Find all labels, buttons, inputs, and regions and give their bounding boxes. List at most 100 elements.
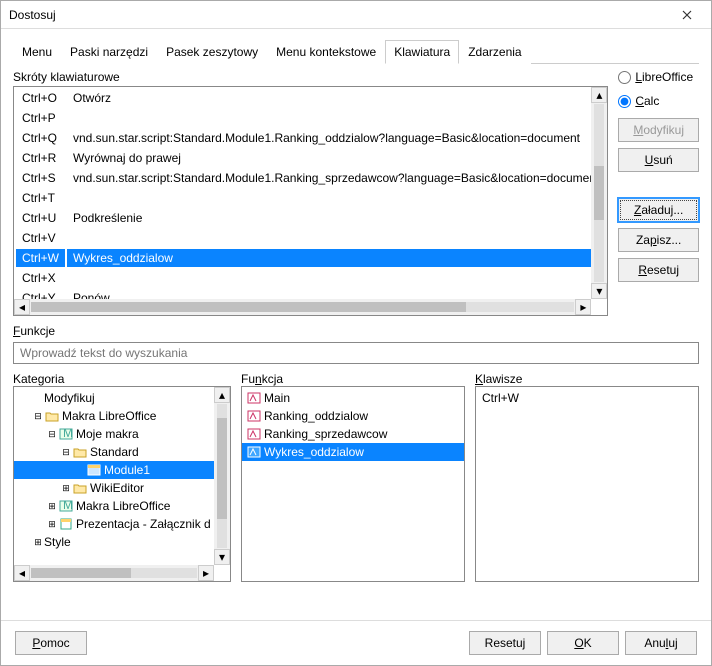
shortcuts-list[interactable]: Ctrl+OOtwórz Ctrl+P Ctrl+Qvnd.sun.star.scr… xyxy=(13,86,608,316)
scroll-down-icon[interactable]: ▾ xyxy=(591,283,607,299)
scroll-right-icon[interactable]: ▸ xyxy=(575,299,591,315)
category-label: Kategoria xyxy=(13,372,231,386)
macro-icon xyxy=(246,409,262,423)
modify-button[interactable]: Modyfikuj xyxy=(618,118,699,142)
macro-icon xyxy=(246,427,262,441)
shortcut-command: Podkreślenie xyxy=(67,209,605,227)
dialog-content: MenuPaski narzędziPasek zeszytowyMenu ko… xyxy=(1,29,711,620)
tree-item-label: Makra LibreOffice xyxy=(62,409,156,423)
horizontal-scrollbar[interactable]: ◂ ▸ xyxy=(14,299,591,315)
shortcut-key: Ctrl+T xyxy=(16,189,65,207)
dialog-title: Dostosuj xyxy=(9,8,671,22)
save-button[interactable]: Zapisz... xyxy=(618,228,699,252)
tree-item[interactable]: ⊟ Makra LibreOffice xyxy=(14,407,230,425)
expand-icon[interactable]: ⊞ xyxy=(46,519,58,530)
expand-icon[interactable]: ⊟ xyxy=(46,429,58,440)
assigned-key-item[interactable]: Ctrl+W xyxy=(476,389,698,407)
titlebar: Dostosuj xyxy=(1,1,711,29)
expand-icon[interactable]: ⊞ xyxy=(46,501,58,512)
vertical-scrollbar[interactable]: ▴▾ xyxy=(214,387,230,565)
shortcut-row[interactable]: Ctrl+X xyxy=(16,269,605,287)
shortcut-command: vnd.sun.star.script:Standard.Module1.Ran… xyxy=(67,129,605,147)
expand-icon[interactable]: ⊞ xyxy=(60,483,72,494)
radio-libreoffice[interactable] xyxy=(618,71,631,84)
shortcut-row[interactable]: Ctrl+OOtwórz xyxy=(16,89,605,107)
scroll-left-icon[interactable]: ◂ xyxy=(14,299,30,315)
tab-menu[interactable]: Menu xyxy=(13,40,61,64)
tree-item[interactable]: ⊟MMoje makra xyxy=(14,425,230,443)
ok-button[interactable]: OK xyxy=(547,631,619,655)
vertical-scrollbar[interactable]: ▴ ▾ xyxy=(591,87,607,299)
shortcut-row[interactable]: Ctrl+Qvnd.sun.star.script:Standard.Modul… xyxy=(16,129,605,147)
tab-bar: MenuPaski narzędziPasek zeszytowyMenu ko… xyxy=(13,39,699,64)
function-item-label: Ranking_sprzedawcow xyxy=(264,427,387,441)
macro-icon xyxy=(246,391,262,405)
close-icon xyxy=(682,10,692,20)
expand-icon[interactable]: ⊟ xyxy=(60,447,72,458)
tree-item[interactable]: ⊞WikiEditor xyxy=(14,479,230,497)
function-list[interactable]: Main Ranking_oddzialow Ranking_sprzedawcow… xyxy=(241,386,465,582)
shortcut-row[interactable]: Ctrl+WWykres_oddzialow xyxy=(16,249,605,267)
tab-menu-kontekstowe[interactable]: Menu kontekstowe xyxy=(267,40,385,64)
shortcut-key: Ctrl+Q xyxy=(16,129,65,147)
tab-paski-narzędzi[interactable]: Paski narzędzi xyxy=(61,40,157,64)
help-button[interactable]: Pomoc xyxy=(15,631,87,655)
shortcut-key: Ctrl+V xyxy=(16,229,65,247)
shortcut-key: Ctrl+P xyxy=(16,109,65,127)
svg-text:M: M xyxy=(63,428,73,440)
tree-item[interactable]: ⊞Prezentacja - Załącznik d xyxy=(14,515,230,533)
scroll-up-icon[interactable]: ▴ xyxy=(591,87,607,103)
customize-dialog: Dostosuj MenuPaski narzędziPasek zeszyto… xyxy=(0,0,712,666)
close-button[interactable] xyxy=(671,3,703,27)
tree-item-label: Module1 xyxy=(104,463,150,477)
category-tree[interactable]: Modyfikuj⊟Makra LibreOffice⊟MMoje makra⊟… xyxy=(13,386,231,582)
svg-text:M: M xyxy=(63,500,73,512)
dialog-footer: Pomoc Resetuj OK Anuluj xyxy=(1,620,711,665)
tree-item-label: Modyfikuj xyxy=(44,391,95,405)
search-input[interactable] xyxy=(13,342,699,364)
tree-item[interactable]: Module1 xyxy=(14,461,230,479)
shortcut-row[interactable]: Ctrl+UPodkreślenie xyxy=(16,209,605,227)
tab-klawiatura[interactable]: Klawiatura xyxy=(385,40,459,64)
shortcut-key: Ctrl+W xyxy=(16,249,65,267)
tree-item[interactable]: ⊟Standard xyxy=(14,443,230,461)
tab-pasek-zeszytowy[interactable]: Pasek zeszytowy xyxy=(157,40,267,64)
shortcut-command: Wykres_oddzialow xyxy=(67,249,605,267)
shortcut-row[interactable]: Ctrl+RWyrównaj do prawej xyxy=(16,149,605,167)
footer-reset-button[interactable]: Resetuj xyxy=(469,631,541,655)
function-item-label: Wykres_oddzialow xyxy=(264,445,364,459)
shortcut-row[interactable]: Ctrl+P xyxy=(16,109,605,127)
shortcut-row[interactable]: Ctrl+Svnd.sun.star.script:Standard.Modul… xyxy=(16,169,605,187)
expand-icon[interactable]: ⊞ xyxy=(32,537,44,548)
tree-item[interactable]: ⊞Style xyxy=(14,533,230,551)
tab-zdarzenia[interactable]: Zdarzenia xyxy=(459,40,530,64)
function-item-label: Ranking_oddzialow xyxy=(264,409,368,423)
keys-label: Klawisze xyxy=(475,372,699,386)
tree-item-label: Style xyxy=(44,535,71,549)
cancel-button[interactable]: Anuluj xyxy=(625,631,697,655)
scope-libreoffice[interactable]: LibreOffice xyxy=(618,70,699,84)
shortcut-key: Ctrl+R xyxy=(16,149,65,167)
function-list-label: Funkcja xyxy=(241,372,465,386)
shortcut-key: Ctrl+O xyxy=(16,89,65,107)
delete-button[interactable]: Usuń xyxy=(618,148,699,172)
shortcut-key: Ctrl+S xyxy=(16,169,65,187)
function-item[interactable]: Wykres_oddzialow xyxy=(242,443,464,461)
load-button[interactable]: Załaduj... xyxy=(618,198,699,222)
radio-calc[interactable] xyxy=(618,95,631,108)
macro-icon xyxy=(246,445,262,459)
function-item[interactable]: Ranking_sprzedawcow xyxy=(242,425,464,443)
shortcut-row[interactable]: Ctrl+T xyxy=(16,189,605,207)
shortcut-row[interactable]: Ctrl+V xyxy=(16,229,605,247)
reset-button[interactable]: Resetuj xyxy=(618,258,699,282)
keys-list[interactable]: Ctrl+W xyxy=(475,386,699,582)
scope-calc[interactable]: Calc xyxy=(618,94,699,108)
module-icon xyxy=(86,463,102,477)
tree-item[interactable]: ⊞MMakra LibreOffice xyxy=(14,497,230,515)
tree-item[interactable]: Modyfikuj xyxy=(14,389,230,407)
horizontal-scrollbar[interactable]: ◂▸ xyxy=(14,565,214,581)
function-item[interactable]: Main xyxy=(242,389,464,407)
expand-icon[interactable]: ⊟ xyxy=(32,411,44,422)
function-item[interactable]: Ranking_oddzialow xyxy=(242,407,464,425)
macro-icon: M xyxy=(58,499,74,513)
